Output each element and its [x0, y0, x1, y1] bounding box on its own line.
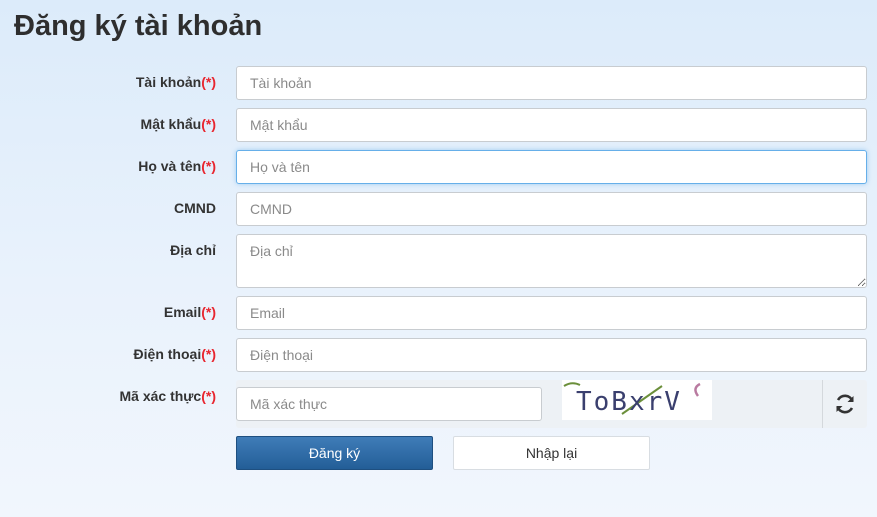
required-marker: (*)	[201, 388, 216, 404]
email-label: Email(*)	[163, 304, 216, 320]
password-input[interactable]	[236, 108, 867, 142]
idcard-input[interactable]	[236, 192, 867, 226]
required-marker: (*)	[201, 304, 216, 320]
account-label: Tài khoản(*)	[135, 74, 216, 90]
email-input[interactable]	[236, 296, 867, 330]
address-textarea[interactable]	[236, 234, 867, 288]
idcard-label: CMND	[174, 200, 216, 216]
captcha-text: ToBxrV	[576, 387, 682, 417]
register-button[interactable]: Đăng ký	[236, 436, 433, 470]
required-marker: (*)	[201, 158, 216, 174]
captcha-image: ToBxrV	[562, 380, 712, 420]
phone-label: Điện thoại(*)	[133, 346, 216, 362]
required-marker: (*)	[201, 74, 216, 90]
phone-input[interactable]	[236, 338, 867, 372]
address-label: Địa chỉ	[170, 242, 216, 258]
captcha-label: Mã xác thực(*)	[119, 388, 216, 404]
password-label: Mật khẩu(*)	[140, 116, 216, 132]
reset-button[interactable]: Nhập lại	[453, 436, 650, 470]
refresh-icon	[836, 394, 854, 414]
fullname-input[interactable]	[236, 150, 867, 184]
page-title: Đăng ký tài khoản	[14, 10, 263, 42]
fullname-label: Họ và tên(*)	[138, 158, 216, 174]
required-marker: (*)	[201, 346, 216, 362]
account-input[interactable]	[236, 66, 867, 100]
required-marker: (*)	[201, 116, 216, 132]
captcha-group: ToBxrV	[236, 380, 867, 428]
refresh-captcha-button[interactable]	[822, 380, 867, 428]
captcha-input[interactable]	[236, 387, 542, 421]
